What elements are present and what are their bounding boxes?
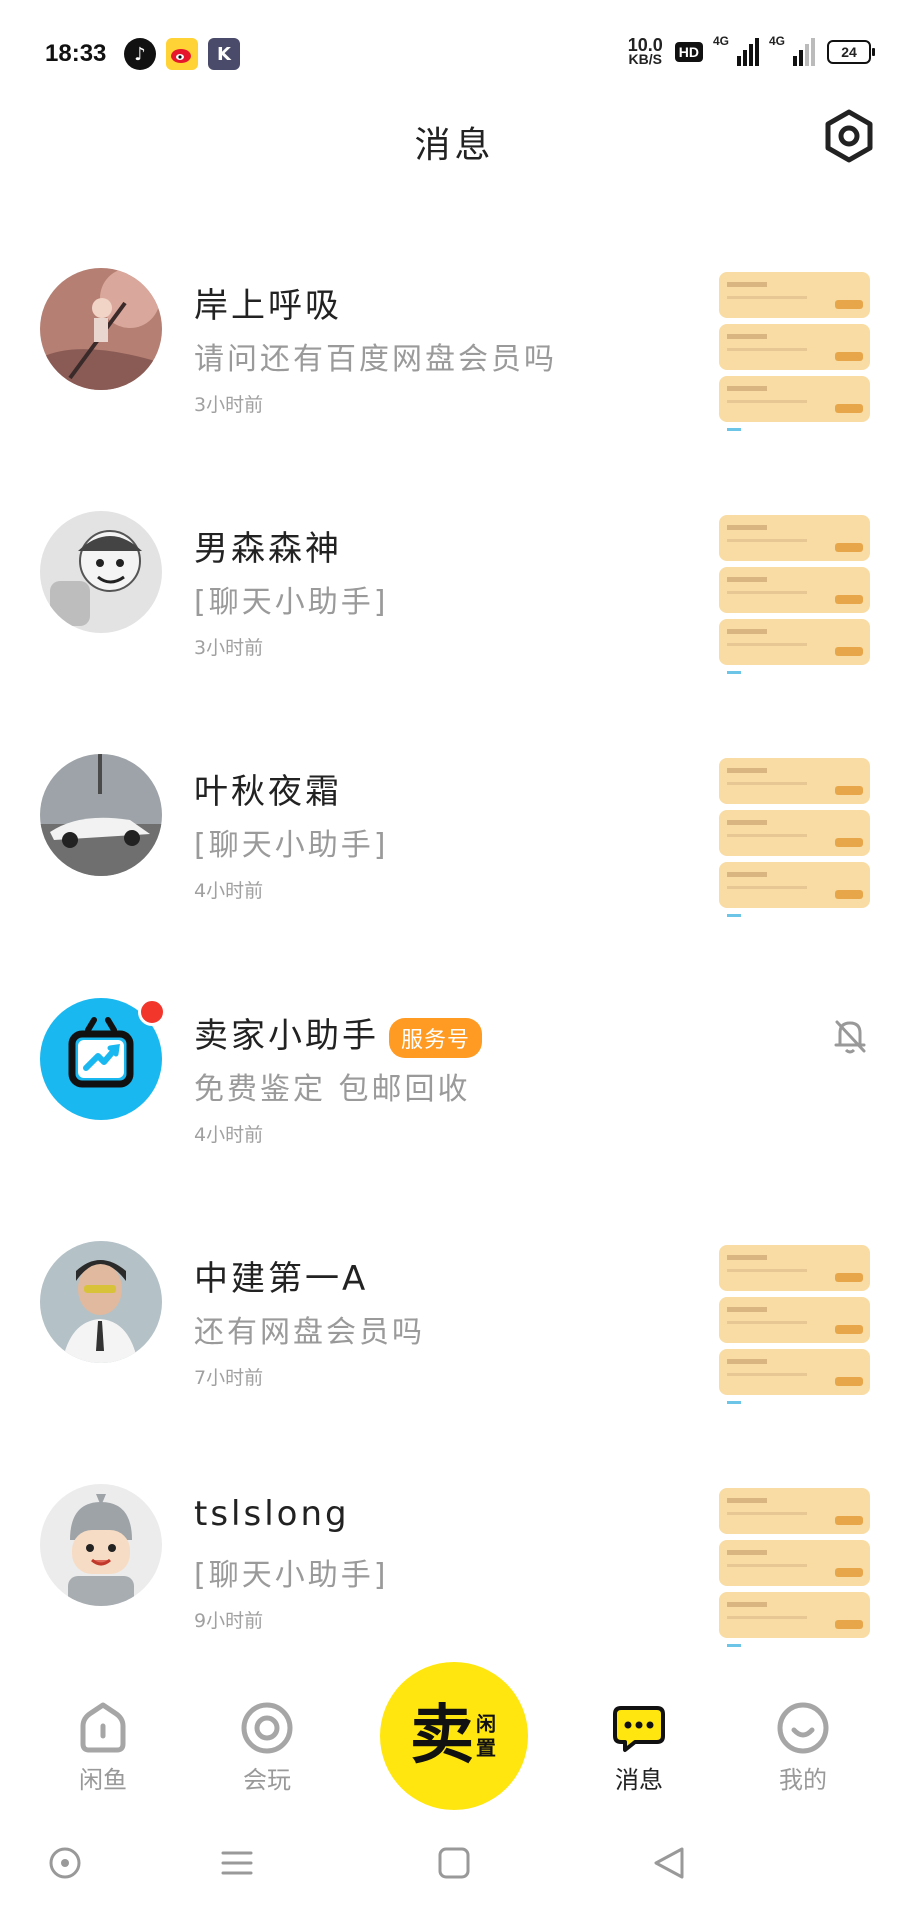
status-time: 18:33 [45, 40, 107, 67]
avatar [40, 1484, 162, 1606]
back-button[interactable] [652, 1846, 686, 1884]
service-badge: 服务号 [389, 1017, 483, 1058]
item-thumbnail[interactable] [717, 1486, 872, 1648]
message-preview: [聊天小助手] [194, 828, 389, 863]
back-triangle-icon [654, 1847, 684, 1879]
sell-item-button[interactable]: 卖 闲置 [380, 1662, 528, 1810]
home-nav-button[interactable] [437, 1846, 471, 1884]
message-time: 9小时前 [194, 1610, 264, 1632]
battery-icon: 24 [827, 40, 875, 64]
message-preview: 还有网盘会员吗 [194, 1315, 425, 1350]
smile-face-icon [777, 1702, 829, 1754]
conversation-item[interactable]: 岸上呼吸 请问还有百度网盘会员吗 3小时前 [0, 268, 909, 468]
network-speed: 10.0 KB/S [627, 35, 663, 67]
contact-name: 卖家小助手 服务号 [194, 1008, 483, 1058]
conversation-item[interactable]: 叶秋夜霜 [聊天小助手] 4小时前 [0, 754, 909, 954]
message-time: 3小时前 [194, 637, 264, 659]
message-bubble-icon [613, 1706, 665, 1752]
settings-icon [825, 109, 873, 163]
sell-button-sublabel: 闲置 [476, 1712, 496, 1760]
contact-name: tslslong [194, 1494, 350, 1534]
menu-icon [221, 1851, 253, 1875]
menu-button[interactable] [220, 1846, 254, 1884]
message-time: 4小时前 [194, 880, 264, 902]
message-preview: 请问还有百度网盘会员吗 [194, 342, 557, 377]
system-navigation-bar [0, 1820, 909, 1920]
message-preview: 免费鉴定 包邮回收 [194, 1072, 471, 1107]
signal-icon: 4G [713, 34, 759, 66]
tiktok-icon: ♪ [124, 38, 156, 70]
avatar [40, 268, 162, 390]
bottom-tab-bar: 闲鱼 会玩 卖 闲置 消息 我的 [0, 1662, 909, 1810]
tab-label: 会玩 [243, 1766, 291, 1794]
assistant-dot-icon [49, 1847, 81, 1879]
contact-name: 中建第一A [194, 1259, 369, 1299]
tab-label: 闲鱼 [79, 1766, 127, 1794]
contact-name: 叶秋夜霜 [194, 772, 342, 812]
sell-button-label: 卖 [410, 1698, 474, 1773]
hd-voice-icon: HD [674, 42, 703, 62]
tab-label: 消息 [615, 1766, 663, 1794]
item-thumbnail[interactable] [717, 513, 872, 675]
assistant-button[interactable] [48, 1846, 82, 1884]
weibo-icon [166, 38, 198, 70]
item-thumbnail[interactable] [717, 1243, 872, 1405]
conversation-item[interactable]: tslslong [聊天小助手] 9小时前 [0, 1484, 909, 1684]
avatar [40, 1241, 162, 1363]
play-circle-icon [241, 1702, 293, 1754]
contact-name: 岸上呼吸 [194, 286, 342, 326]
tab-play[interactable]: 会玩 [212, 1700, 322, 1795]
home-icon [80, 1702, 126, 1753]
item-thumbnail[interactable] [717, 270, 872, 432]
message-time: 7小时前 [194, 1367, 264, 1389]
avatar [40, 511, 162, 633]
signal-icon-2: 4G [769, 34, 815, 66]
mute-bell-icon [831, 1016, 869, 1056]
tab-messages[interactable]: 消息 [584, 1700, 694, 1795]
message-preview: [聊天小助手] [194, 1558, 389, 1593]
status-bar: 18:33 ♪ K 10.0 KB/S HD 4G 4G 24 [0, 0, 909, 110]
square-home-icon [438, 1847, 470, 1879]
message-preview: [聊天小助手] [194, 585, 389, 620]
k-app-icon: K [208, 38, 240, 70]
conversation-item[interactable]: 卖家小助手 服务号 免费鉴定 包邮回收 4小时前 [0, 998, 909, 1198]
tab-label: 我的 [779, 1766, 827, 1794]
tab-home[interactable]: 闲鱼 [48, 1700, 158, 1795]
message-time: 3小时前 [194, 394, 264, 416]
avatar [40, 754, 162, 876]
item-thumbnail[interactable] [717, 756, 872, 918]
unread-dot [138, 998, 166, 1026]
conversation-item[interactable]: 男森森神 [聊天小助手] 3小时前 [0, 511, 909, 711]
message-time: 4小时前 [194, 1124, 264, 1146]
settings-button[interactable] [821, 108, 877, 164]
contact-name: 男森森神 [194, 529, 342, 569]
tab-profile[interactable]: 我的 [748, 1700, 858, 1795]
page-title: 消息 [414, 125, 495, 166]
conversation-item[interactable]: 中建第一A 还有网盘会员吗 7小时前 [0, 1241, 909, 1441]
contact-name-text: 卖家小助手 [194, 1016, 379, 1056]
